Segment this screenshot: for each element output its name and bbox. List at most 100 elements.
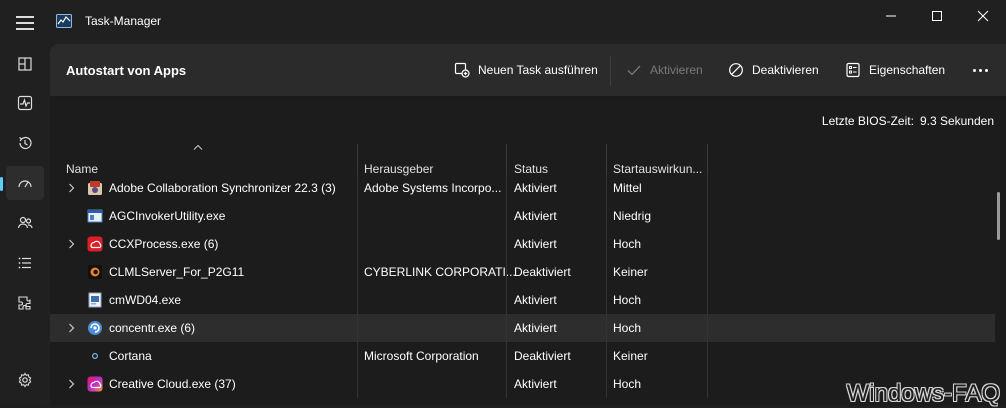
startup-apps-icon [18,180,32,188]
close-icon [977,10,989,22]
app-name: cmWD04.exe [109,293,182,307]
sidebar-item-startup-apps[interactable] [0,166,44,200]
bios-time-label: Letzte BIOS-Zeit: [821,114,914,128]
sidebar-item-details[interactable] [6,246,44,280]
properties-label: Eigenschaften [869,63,946,77]
maximize-icon [932,11,942,21]
adobe-sync-icon [88,181,102,195]
cell-divider [506,230,507,258]
sidebar-item-settings[interactable] [6,363,44,397]
cell-divider [707,230,708,258]
column-divider[interactable] [606,144,607,176]
close-button[interactable] [960,0,1006,32]
more-options-button[interactable] [968,56,992,84]
watermark: Windows-FAQ [846,380,1000,407]
cell-divider [357,370,358,398]
cell-divider [357,230,358,258]
column-header-startup-impact[interactable]: Startauswirkun... [613,144,707,177]
minimize-button[interactable] [868,0,914,32]
column-divider[interactable] [357,144,358,176]
table-row[interactable]: Cortana Microsoft Corporation Deaktivier… [50,342,995,370]
table-row[interactable]: AGCInvokerUtility.exe Aktiviert Niedrig [50,202,995,230]
cell-divider [707,202,708,230]
expand-chevron-icon[interactable] [68,379,75,389]
app-impact: Mittel [613,181,642,195]
table-row[interactable]: concentr.exe (6) Aktiviert Hoch [50,314,995,342]
enable-button[interactable]: Aktivieren [626,56,703,84]
cell-divider [506,202,507,230]
sidebar-item-users[interactable] [6,206,44,240]
vertical-scrollbar[interactable] [997,192,1000,240]
services-icon [18,296,31,310]
cell-divider [606,174,607,202]
properties-button[interactable]: Eigenschaften [845,56,945,84]
cell-divider [707,286,708,314]
app-status: Aktiviert [514,321,557,335]
expand-chevron-icon[interactable] [68,323,75,333]
processes-icon [18,57,32,71]
properties-icon [846,62,860,78]
toolbar-separator [610,56,611,86]
cell-divider [707,342,708,370]
maximize-button[interactable] [914,0,960,32]
sidebar-item-app-history[interactable] [6,126,44,160]
creative-cloud-red-icon [87,236,103,252]
cell-divider [357,258,358,286]
sidebar-item-services[interactable] [6,286,44,320]
app-publisher: Adobe Systems Incorpo... [364,181,502,195]
cell-divider [707,314,708,342]
column-header-publisher[interactable]: Herausgeber [364,144,504,177]
table-row[interactable]: CCXProcess.exe (6) Aktiviert Hoch [50,230,995,258]
app-status: Aktiviert [514,377,557,391]
minimize-icon [886,15,896,17]
table-row[interactable]: Adobe Collaboration Synchronizer 22.3 (3… [50,174,995,202]
cortana-icon [91,352,99,360]
app-publisher: Microsoft Corporation [364,349,479,363]
app-status: Deaktiviert [514,265,571,279]
sidebar-item-performance[interactable] [6,86,44,120]
sidebar-item-processes[interactable] [6,47,44,81]
checkmark-icon [627,65,641,76]
cell-divider [506,370,507,398]
window-title: Task-Manager [85,14,162,28]
column-header-status[interactable]: Status [514,144,604,177]
cell-divider [606,286,607,314]
cell-divider [506,258,507,286]
hamburger-icon[interactable] [16,16,34,30]
table-row[interactable]: cmWD04.exe Aktiviert Hoch [50,286,995,314]
bios-time: Letzte BIOS-Zeit: 9.3 Sekunden [822,114,994,128]
app-status: Aktiviert [514,293,557,307]
title-bar: Task-Manager [0,0,1006,44]
app-name: Cortana [109,349,152,363]
disable-icon [729,63,743,77]
expand-chevron-icon[interactable] [68,183,75,193]
table-header: Name Herausgeber Status Startauswirkun..… [50,144,708,176]
app-status: Aktiviert [514,209,557,223]
details-icon [18,257,31,269]
cell-divider [357,174,358,202]
run-new-task-button[interactable]: Neuen Task ausführen [454,56,598,84]
app-name: Adobe Collaboration Synchronizer 22.3 (3… [109,181,336,195]
cell-divider [606,230,607,258]
cell-divider [357,314,358,342]
table-row[interactable]: CLMLServer_For_P2G11 CYBERLINK CORPORATI… [50,258,995,286]
column-divider[interactable] [707,144,708,176]
users-icon [17,216,33,229]
run-new-task-label: Neuen Task ausführen [478,63,598,77]
app-publisher: CYBERLINK CORPORATI... [364,265,516,279]
cell-divider [606,370,607,398]
more-dot-icon [984,68,988,72]
app-name: Creative Cloud.exe (37) [109,377,236,391]
citrix-icon [88,321,102,335]
performance-icon [17,95,33,111]
disable-button[interactable]: Deaktivieren [728,56,819,84]
app-history-icon [19,136,32,150]
cell-divider [707,370,708,398]
column-header-name[interactable]: Name [66,144,356,177]
app-impact: Niedrig [613,209,652,223]
bios-time-value: 9.3 Sekunden [919,114,994,128]
expand-chevron-icon[interactable] [68,239,75,249]
app-status: Aktiviert [514,181,557,195]
cyberlink-icon [88,265,102,279]
column-divider[interactable] [506,144,507,176]
